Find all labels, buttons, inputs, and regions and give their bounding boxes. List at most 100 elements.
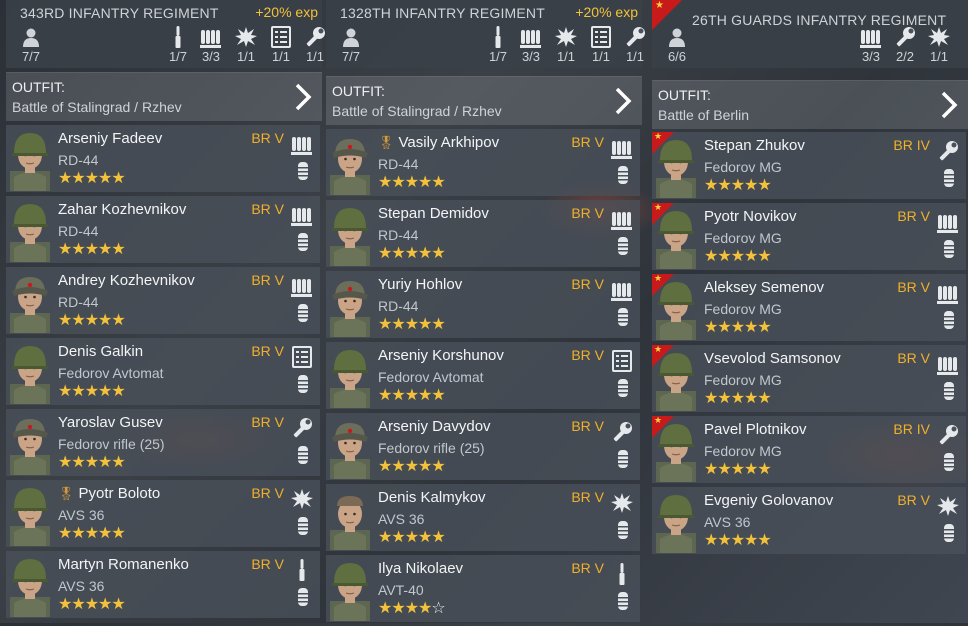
soldier-card[interactable]: Yuriy Hohlov RD-44 ★★★★★ BR V bbox=[326, 271, 640, 338]
star-filled-icon: ★ bbox=[111, 383, 125, 400]
ammo-pack-icon bbox=[616, 378, 630, 398]
soldier-card[interactable]: Arseniy Fadeev RD-44 ★★★★★ BR V bbox=[6, 125, 320, 192]
chevron-right-icon[interactable] bbox=[294, 83, 312, 116]
star-filled-icon: ★ bbox=[391, 387, 405, 404]
squad-stat: 7/7 bbox=[14, 26, 48, 64]
stat-value: 1/7 bbox=[168, 49, 188, 64]
soldier-name-text: Zahar Kozhevnikov bbox=[58, 201, 187, 218]
ammo-pack-icon bbox=[616, 307, 630, 327]
soldier-name: Denis Kalmykov bbox=[378, 489, 486, 506]
soldier-card[interactable]: ★ Pavel Plotnikov Fedorov MG ★★★★★ BR IV bbox=[652, 415, 966, 483]
star-filled-icon: ★ bbox=[431, 245, 445, 262]
star-filled-icon: ★ bbox=[757, 248, 771, 265]
ammo-pack-icon bbox=[296, 587, 310, 607]
soldier-card[interactable]: Martyn Romanenko AVS 36 ★★★★★ BR V bbox=[6, 551, 320, 618]
soldier-avatar bbox=[6, 198, 54, 262]
soldier-card[interactable]: Ilya Nikolaev AVT-40 ★★★★☆ BR V bbox=[326, 555, 640, 622]
soldier-card[interactable]: Evgeniy Golovanov AVS 36 ★★★★★ BR V bbox=[652, 487, 966, 554]
stat-value: 1/1 bbox=[929, 49, 949, 64]
battle-rating-badge: BR V bbox=[251, 556, 284, 572]
star-filled-icon: ★ bbox=[704, 319, 718, 336]
soldier-card[interactable]: ★ Aleksey Semenov Fedorov MG ★★★★★ BR V bbox=[652, 273, 966, 341]
soldier-card[interactable]: Arseniy Davydov Fedorov rifle (25) ★★★★★ BR… bbox=[326, 413, 640, 480]
star-filled-icon: ★ bbox=[404, 245, 419, 262]
star-filled-icon: ★ bbox=[431, 387, 445, 404]
soldier-name: Stepan Demidov bbox=[378, 205, 489, 222]
star-filled-icon: ★ bbox=[418, 245, 432, 262]
star-filled-icon: ★ bbox=[71, 525, 85, 542]
star-filled-icon: ★ bbox=[418, 458, 432, 475]
soldier-card[interactable]: Andrey Kozhevnikov RD-44 ★★★★★ BR V bbox=[6, 267, 320, 334]
star-icon: ★ bbox=[654, 415, 663, 425]
soldier-card[interactable]: ★ Stepan Zhukov Fedorov MG ★★★★★ BR IV bbox=[652, 131, 966, 199]
chevron-right-icon[interactable] bbox=[940, 91, 958, 124]
outfit-selector[interactable]: OUTFIT: Battle of Berlin bbox=[652, 80, 968, 129]
ammo-icon bbox=[936, 282, 960, 304]
ammo-pack-icon bbox=[296, 232, 310, 252]
soldier-card[interactable]: 🎖 Pyotr Boloto AVS 36 ★★★★★ BR V bbox=[6, 480, 320, 547]
stat-value: 3/3 bbox=[201, 49, 221, 64]
star-filled-icon: ★ bbox=[71, 596, 85, 613]
star-filled-icon: ★ bbox=[111, 454, 125, 471]
star-filled-icon: ★ bbox=[730, 390, 745, 407]
soldier-card[interactable]: Yaroslav Gusev Fedorov rifle (25) ★★★★★ BR … bbox=[6, 409, 320, 476]
soldier-card[interactable]: Arseniy Korshunov Fedorov Avtomat ★★★★★ BR … bbox=[326, 342, 640, 409]
soldier-card[interactable]: ★ Pyotr Novikov Fedorov MG ★★★★★ BR V bbox=[652, 202, 966, 270]
star-filled-icon: ★ bbox=[378, 174, 392, 191]
ammo-pack-icon bbox=[942, 523, 956, 543]
soldier-card[interactable]: ★ Vsevolod Samsonov Fedorov MG ★★★★★ BR V bbox=[652, 344, 966, 412]
stat-value: 1/1 bbox=[271, 49, 291, 64]
squad-title: 343RD INFANTRY REGIMENT bbox=[20, 5, 219, 21]
squad-header[interactable]: 1328TH INFANTRY REGIMENT +20% exp 7/7 1/7 3/… bbox=[326, 0, 645, 68]
star-filled-icon: ★ bbox=[98, 525, 112, 542]
star-filled-icon: ★ bbox=[98, 596, 112, 613]
soldier-card[interactable]: Zahar Kozhevnikov RD-44 ★★★★★ BR V bbox=[6, 196, 320, 263]
rifle-icon bbox=[481, 26, 515, 48]
star-filled-icon: ★ bbox=[704, 248, 718, 265]
squad-header[interactable]: 343RD INFANTRY REGIMENT +20% exp 7/7 1/7 3/3… bbox=[6, 0, 325, 68]
soldier-weapon: Fedorov MG bbox=[704, 301, 782, 317]
ammo-pack-icon bbox=[616, 591, 630, 611]
outfit-selector[interactable]: OUTFIT: Battle of Stalingrad / Rzhev bbox=[6, 72, 322, 121]
soldier-name-text: Evgeniy Golovanov bbox=[704, 492, 834, 509]
star-icon: ★ bbox=[654, 202, 663, 212]
star-filled-icon: ★ bbox=[404, 316, 419, 333]
soldier-name: Yuriy Hohlov bbox=[378, 276, 462, 293]
squad-header[interactable]: ★ 26TH GUARDS INFANTRY REGIMENT 6/6 3/3 2/2 1… bbox=[652, 0, 968, 68]
star-filled-icon: ★ bbox=[757, 461, 771, 478]
battle-rating-badge: BR V bbox=[251, 485, 284, 501]
soldier-rank-stars: ★★★★★ bbox=[704, 533, 772, 549]
star-filled-icon: ★ bbox=[744, 319, 758, 336]
soldier-card[interactable]: Denis Kalmykov AVS 36 ★★★★★ BR V bbox=[326, 484, 640, 551]
chevron-right-icon[interactable] bbox=[614, 87, 632, 120]
soldier-name-text: Denis Kalmykov bbox=[378, 489, 486, 506]
star-filled-icon: ★ bbox=[84, 383, 99, 400]
star-filled-icon: ★ bbox=[58, 525, 72, 542]
ammo-pack-icon bbox=[942, 452, 956, 472]
soldier-rank-stars: ★★★★★ bbox=[58, 383, 126, 400]
soldier-name-text: Aleksey Semenov bbox=[704, 279, 825, 296]
star-filled-icon: ★ bbox=[378, 600, 392, 617]
battle-rating-badge: BR V bbox=[571, 418, 604, 434]
soldier-avatar bbox=[6, 127, 54, 191]
radio-icon bbox=[584, 26, 618, 48]
soldier-weapon: RD-44 bbox=[378, 298, 419, 314]
explosion-icon bbox=[549, 26, 583, 48]
squad-stat: 3/3 bbox=[514, 26, 548, 64]
stat-value: 1/1 bbox=[236, 49, 256, 64]
soldier-card[interactable]: Denis Galkin Fedorov Avtomat ★★★★★ BR V bbox=[6, 338, 320, 405]
soldier-name-text: Vsevolod Samsonov bbox=[704, 350, 841, 367]
soldier-name-text: Vasily Arkhipov bbox=[398, 134, 500, 151]
explosion-icon bbox=[922, 26, 956, 48]
squad-stat: 1/7 bbox=[161, 26, 195, 64]
soldier-card[interactable]: 🎖 Vasily Arkhipov RD-44 ★★★★★ BR V bbox=[326, 129, 640, 196]
outfit-selector[interactable]: OUTFIT: Battle of Stalingrad / Rzhev bbox=[326, 76, 642, 125]
soldier-name-text: Martyn Romanenko bbox=[58, 556, 189, 573]
ammo-pack-icon bbox=[296, 516, 310, 536]
squad-stat: 1/1 bbox=[584, 26, 618, 64]
ammo-pack-icon bbox=[296, 374, 310, 394]
soldier-card[interactable]: Stepan Demidov RD-44 ★★★★★ BR V bbox=[326, 200, 640, 267]
soldier-icon bbox=[660, 26, 694, 48]
soldier-rank-stars: ★★★★★ bbox=[704, 461, 772, 478]
soldier-rank-stars: ★★★★★ bbox=[704, 319, 772, 336]
